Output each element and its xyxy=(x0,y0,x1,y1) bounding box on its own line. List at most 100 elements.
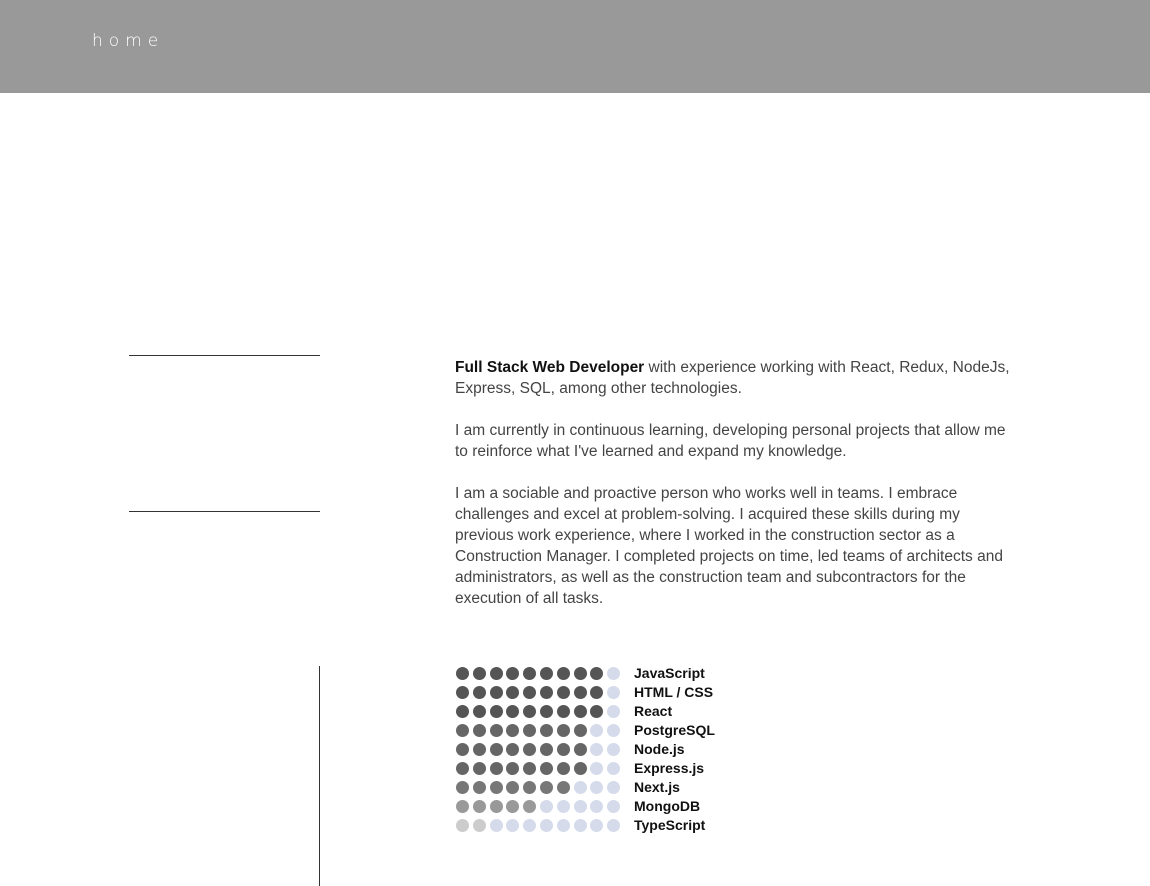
skill-dot-filled xyxy=(456,762,469,775)
skill-dot-filled xyxy=(456,819,469,832)
skill-dot-empty xyxy=(590,743,604,756)
skill-name: MongoDB xyxy=(634,798,701,814)
skill-dot-filled xyxy=(506,667,520,680)
skill-level-dots xyxy=(456,800,634,813)
skill-name: TypeScript xyxy=(634,817,706,833)
skill-dot-filled xyxy=(523,667,537,680)
divider-line-vertical xyxy=(319,666,320,886)
skill-dot-empty xyxy=(590,724,604,737)
skill-dot-filled xyxy=(506,686,520,699)
skill-dot-empty xyxy=(590,800,604,813)
skill-name: PostgreSQL xyxy=(634,722,715,738)
skill-dot-filled xyxy=(489,781,503,794)
skill-dot-empty xyxy=(607,724,621,737)
skill-row: JavaScript xyxy=(456,664,715,683)
top-navbar: home xyxy=(0,0,1150,93)
skill-dot-filled xyxy=(456,705,469,718)
skill-dot-filled xyxy=(573,724,587,737)
about-intro: Full Stack Web Developer with experience… xyxy=(455,357,1015,399)
skill-dot-filled xyxy=(539,724,553,737)
skill-dot-filled xyxy=(472,686,486,699)
nav-home-link[interactable]: home xyxy=(92,31,164,51)
skill-dot-empty xyxy=(607,667,621,680)
skill-name: Node.js xyxy=(634,741,685,757)
skill-name: Express.js xyxy=(634,760,705,776)
skill-dot-empty xyxy=(590,762,604,775)
skill-dot-empty xyxy=(523,819,537,832)
skill-row: TypeScript xyxy=(456,816,715,835)
skill-dot-empty xyxy=(539,819,553,832)
skill-dot-empty xyxy=(556,819,570,832)
page: home Full Stack Web Developer with exper… xyxy=(0,0,1150,886)
skill-row: HTML / CSS xyxy=(456,683,715,702)
skill-level-dots xyxy=(456,667,634,680)
skill-dot-filled xyxy=(456,743,469,756)
skill-dot-filled xyxy=(506,800,520,813)
about-paragraph-experience: I am a sociable and proactive person who… xyxy=(455,485,1003,607)
skill-name: React xyxy=(634,703,673,719)
skill-dot-filled xyxy=(456,800,469,813)
skill-row: Next.js xyxy=(456,778,715,797)
skill-dot-filled xyxy=(472,724,486,737)
skill-dot-filled xyxy=(506,762,520,775)
skill-dot-filled xyxy=(573,762,587,775)
skill-dot-filled xyxy=(489,705,503,718)
skill-dot-empty xyxy=(573,800,587,813)
skill-dot-filled xyxy=(523,686,537,699)
skill-dot-filled xyxy=(456,781,469,794)
skill-dot-empty xyxy=(573,781,587,794)
skill-dot-filled xyxy=(556,686,570,699)
skill-dot-filled xyxy=(456,724,469,737)
skill-row: Node.js xyxy=(456,740,715,759)
skill-dot-filled xyxy=(472,819,486,832)
skill-dot-empty xyxy=(607,686,621,699)
about-paragraph-learning: I am currently in continuous learning, d… xyxy=(455,422,1006,460)
skill-dot-empty xyxy=(607,781,621,794)
skill-name: HTML / CSS xyxy=(634,684,714,700)
skill-dot-filled xyxy=(556,781,570,794)
skill-level-dots xyxy=(456,686,634,699)
skill-dot-empty xyxy=(489,819,503,832)
skill-dot-empty xyxy=(556,800,570,813)
skill-dot-filled xyxy=(489,743,503,756)
skill-dot-filled xyxy=(489,800,503,813)
skill-dot-filled xyxy=(539,762,553,775)
skill-row: Express.js xyxy=(456,759,715,778)
skill-level-dots xyxy=(456,705,634,718)
skill-level-dots xyxy=(456,724,634,737)
skill-dot-filled xyxy=(556,667,570,680)
skill-dot-filled xyxy=(506,724,520,737)
skill-dot-empty xyxy=(607,819,621,832)
skill-dot-filled xyxy=(523,743,537,756)
skill-dot-filled xyxy=(472,667,486,680)
skill-dot-filled xyxy=(556,743,570,756)
skill-dot-filled xyxy=(523,705,537,718)
skill-row: PostgreSQL xyxy=(456,721,715,740)
skill-dot-filled xyxy=(539,686,553,699)
skill-dot-filled xyxy=(489,724,503,737)
skill-name: Next.js xyxy=(634,779,680,795)
skill-dot-empty xyxy=(506,819,520,832)
skill-dot-filled xyxy=(506,743,520,756)
skill-dot-filled xyxy=(573,705,587,718)
role-title: Full Stack Web Developer xyxy=(455,359,645,376)
skill-dot-filled xyxy=(556,705,570,718)
skill-dot-filled xyxy=(472,800,486,813)
divider-line-middle xyxy=(129,511,320,512)
skill-level-dots xyxy=(456,743,634,756)
skill-dot-filled xyxy=(556,724,570,737)
skill-dot-filled xyxy=(472,762,486,775)
skill-dot-filled xyxy=(573,686,587,699)
skill-dot-filled xyxy=(472,781,486,794)
skill-dot-filled xyxy=(556,762,570,775)
skill-dot-filled xyxy=(573,667,587,680)
skill-dot-filled xyxy=(523,800,537,813)
skill-row: React xyxy=(456,702,715,721)
skills-list: JavaScript HTML / CSS React PostgreSQL Node.… xyxy=(456,664,715,835)
skill-dot-filled xyxy=(590,667,604,680)
skill-level-dots xyxy=(456,762,634,775)
skill-dot-filled xyxy=(489,686,503,699)
skill-dot-empty xyxy=(607,705,621,718)
skill-dot-filled xyxy=(539,705,553,718)
skill-dot-filled xyxy=(489,667,503,680)
